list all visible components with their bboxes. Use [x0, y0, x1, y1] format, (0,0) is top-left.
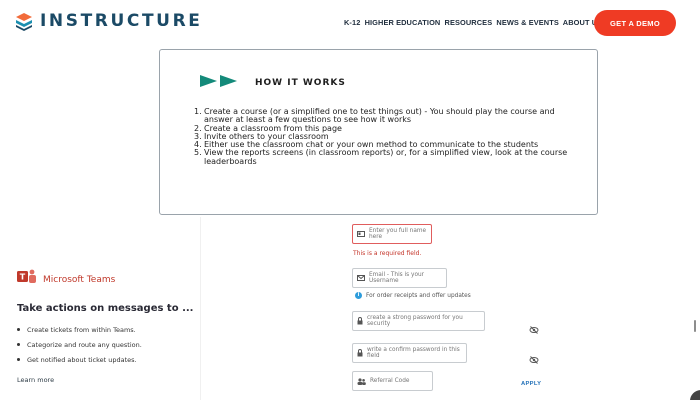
confirm-password-field[interactable]: write a confirm password in this field — [352, 343, 467, 363]
instructure-logo-icon — [14, 11, 34, 31]
nav-item-news-events[interactable]: NEWS & EVENTS — [496, 18, 559, 27]
floating-chat-button[interactable] — [690, 390, 700, 400]
apply-referral-button[interactable]: APPLY — [521, 381, 541, 387]
teams-heading: Take actions on messages to ... — [17, 303, 194, 314]
play-forward-icon — [200, 74, 238, 92]
how-it-works-card: HOW IT WORKS 1. Create a course (or a sim… — [159, 49, 598, 215]
eye-slash-icon[interactable] — [529, 351, 539, 364]
microsoft-teams-icon: T — [17, 268, 37, 291]
teams-brand: T Microsoft Teams — [17, 268, 197, 291]
users-icon — [357, 377, 366, 385]
get-a-demo-button[interactable]: GET A DEMO — [594, 10, 676, 36]
main-nav: K-12 HIGHER EDUCATION RESOURCES NEWS & E… — [344, 18, 604, 27]
lock-icon — [357, 349, 363, 357]
list-item: Create tickets from within Teams. — [17, 322, 197, 337]
teams-bullet-list: Create tickets from within Teams. Catego… — [17, 322, 197, 367]
teams-promo: T Microsoft Teams Take actions on messag… — [17, 268, 197, 384]
full-name-field[interactable]: Enter you full name here — [352, 224, 432, 244]
steps-list: 1. Create a course (or a simplified one t… — [194, 107, 584, 166]
email-info-note: i For order receipts and offer updates — [355, 292, 471, 299]
svg-text:T: T — [20, 273, 26, 282]
scrollbar-thumb[interactable] — [694, 320, 696, 332]
teams-brand-name: Microsoft Teams — [43, 274, 116, 285]
nav-item-k12[interactable]: K-12 — [344, 18, 360, 27]
how-it-works-header: HOW IT WORKS — [200, 74, 346, 92]
password-field[interactable]: create a strong password for you securit… — [352, 311, 485, 331]
lock-icon — [357, 317, 363, 325]
learn-more-link[interactable]: Learn more — [17, 376, 197, 384]
step-item: 5. View the reports screens (in classroom… — [194, 148, 568, 166]
required-field-error: This is a required field. — [353, 250, 422, 257]
nav-item-higher-education[interactable]: HIGHER EDUCATION — [365, 18, 441, 27]
signup-form-panel — [200, 217, 690, 400]
logo-text: INSTRUCTURE — [40, 11, 203, 31]
info-icon: i — [355, 292, 362, 299]
bullet-icon — [17, 343, 20, 346]
email-field[interactable]: Email - This is your Username — [352, 268, 447, 288]
top-navigation: INSTRUCTURE K-12 HIGHER EDUCATION RESOUR… — [0, 0, 700, 46]
instructure-logo[interactable]: INSTRUCTURE — [14, 11, 202, 31]
referral-code-field[interactable]: Referral Code — [352, 371, 433, 391]
bullet-icon — [17, 328, 20, 331]
how-it-works-title: HOW IT WORKS — [255, 78, 346, 88]
envelope-icon — [357, 275, 365, 281]
list-item: Categorize and route any question. — [17, 337, 197, 352]
id-card-icon — [357, 231, 365, 237]
nav-item-resources[interactable]: RESOURCES — [445, 18, 493, 27]
step-item: 1. Create a course (or a simplified one t… — [194, 107, 555, 125]
bullet-icon — [17, 358, 20, 361]
list-item: Get notified about ticket updates. — [17, 352, 197, 367]
eye-slash-icon[interactable] — [529, 321, 539, 334]
